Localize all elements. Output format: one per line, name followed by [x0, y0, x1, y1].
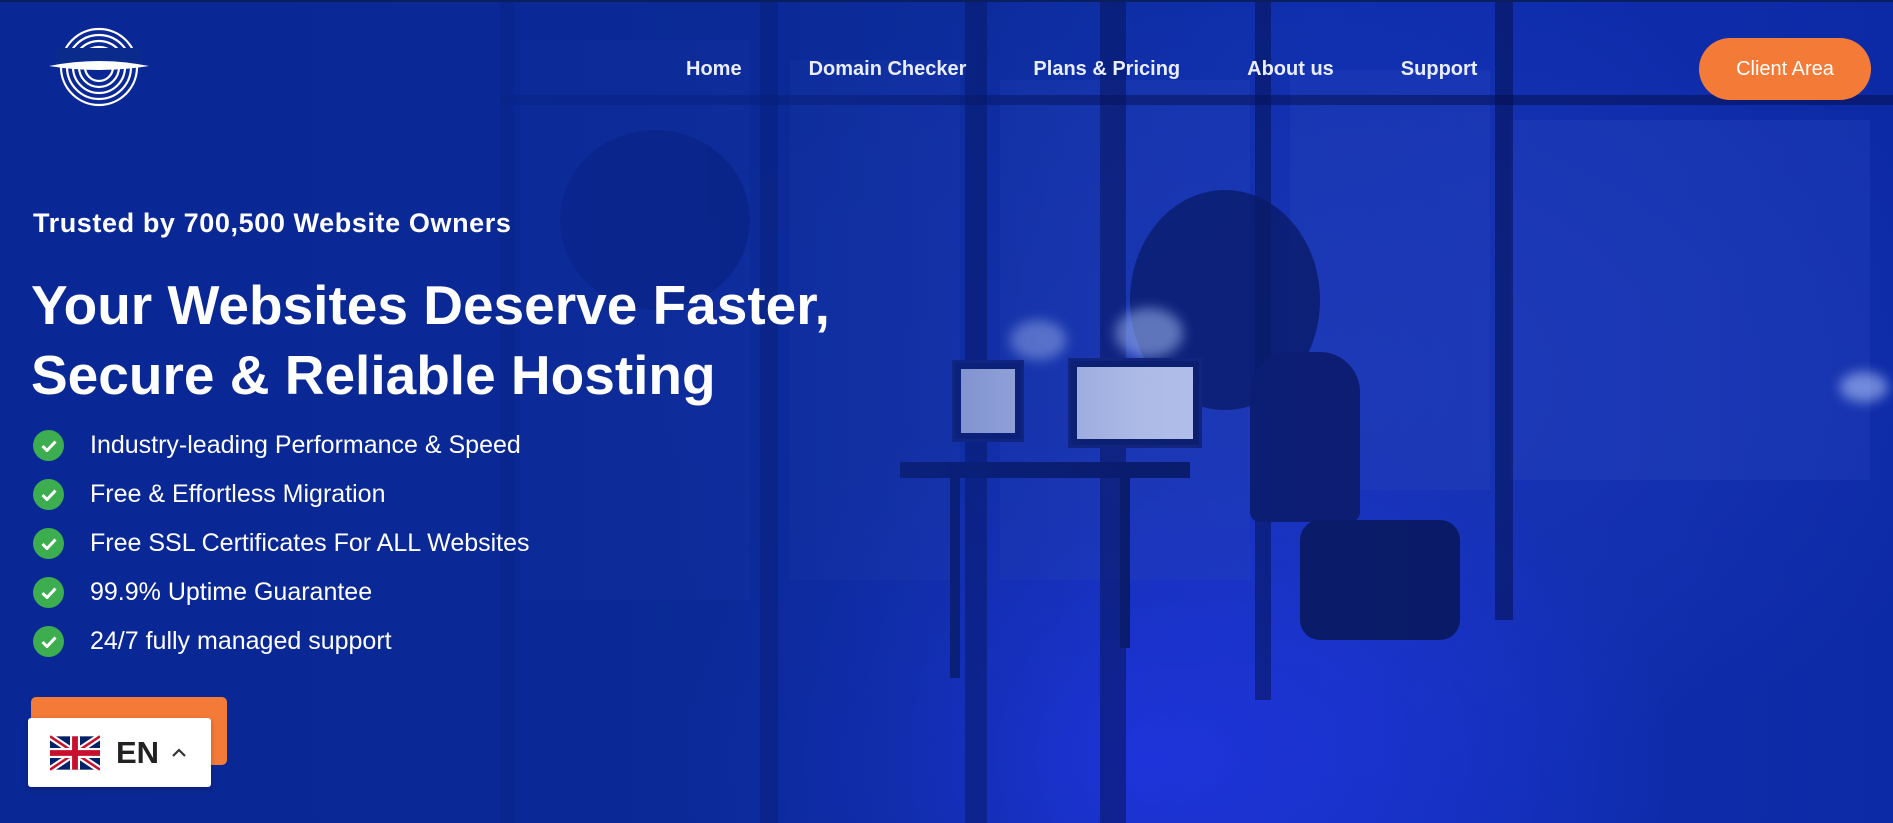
feature-list: Industry-leading Performance & Speed Fre…	[33, 421, 530, 666]
main-nav: Home Domain Checker Plans & Pricing Abou…	[686, 58, 1544, 81]
check-icon	[33, 528, 64, 559]
hero-headline: Your Websites Deserve Faster, Secure & R…	[31, 270, 931, 410]
nav-home[interactable]: Home	[686, 58, 742, 81]
nav-about-us[interactable]: About us	[1247, 58, 1334, 81]
nav-plans-pricing[interactable]: Plans & Pricing	[1033, 58, 1180, 81]
feature-text: Free & Effortless Migration	[90, 480, 386, 508]
list-item: 99.9% Uptime Guarantee	[33, 568, 530, 617]
top-border	[0, 0, 1893, 2]
list-item: Free & Effortless Migration	[33, 470, 530, 519]
hero-overlay	[0, 0, 1893, 823]
language-switcher[interactable]: EN	[28, 718, 211, 787]
site-logo[interactable]	[46, 26, 152, 108]
client-area-button[interactable]: Client Area	[1699, 38, 1871, 100]
headline-line-2: Secure & Reliable Hosting	[31, 344, 716, 406]
feature-text: 99.9% Uptime Guarantee	[90, 578, 373, 606]
check-icon	[33, 626, 64, 657]
list-item: 24/7 fully managed support	[33, 617, 530, 666]
language-code: EN	[116, 734, 160, 770]
check-icon	[33, 479, 64, 510]
nav-domain-checker[interactable]: Domain Checker	[809, 58, 967, 81]
check-icon	[33, 577, 64, 608]
chevron-up-icon	[172, 747, 186, 757]
list-item: Industry-leading Performance & Speed	[33, 421, 530, 470]
feature-text: Industry-leading Performance & Speed	[90, 431, 521, 459]
trusted-tagline: Trusted by 700,500 Website Owners	[33, 208, 512, 238]
feature-text: Free SSL Certificates For ALL Websites	[90, 529, 530, 557]
nav-support[interactable]: Support	[1401, 58, 1478, 81]
list-item: Free SSL Certificates For ALL Websites	[33, 519, 530, 568]
uk-flag-icon	[50, 733, 100, 772]
feature-text: 24/7 fully managed support	[90, 627, 392, 655]
check-icon	[33, 430, 64, 461]
headline-line-1: Your Websites Deserve Faster,	[31, 274, 830, 336]
